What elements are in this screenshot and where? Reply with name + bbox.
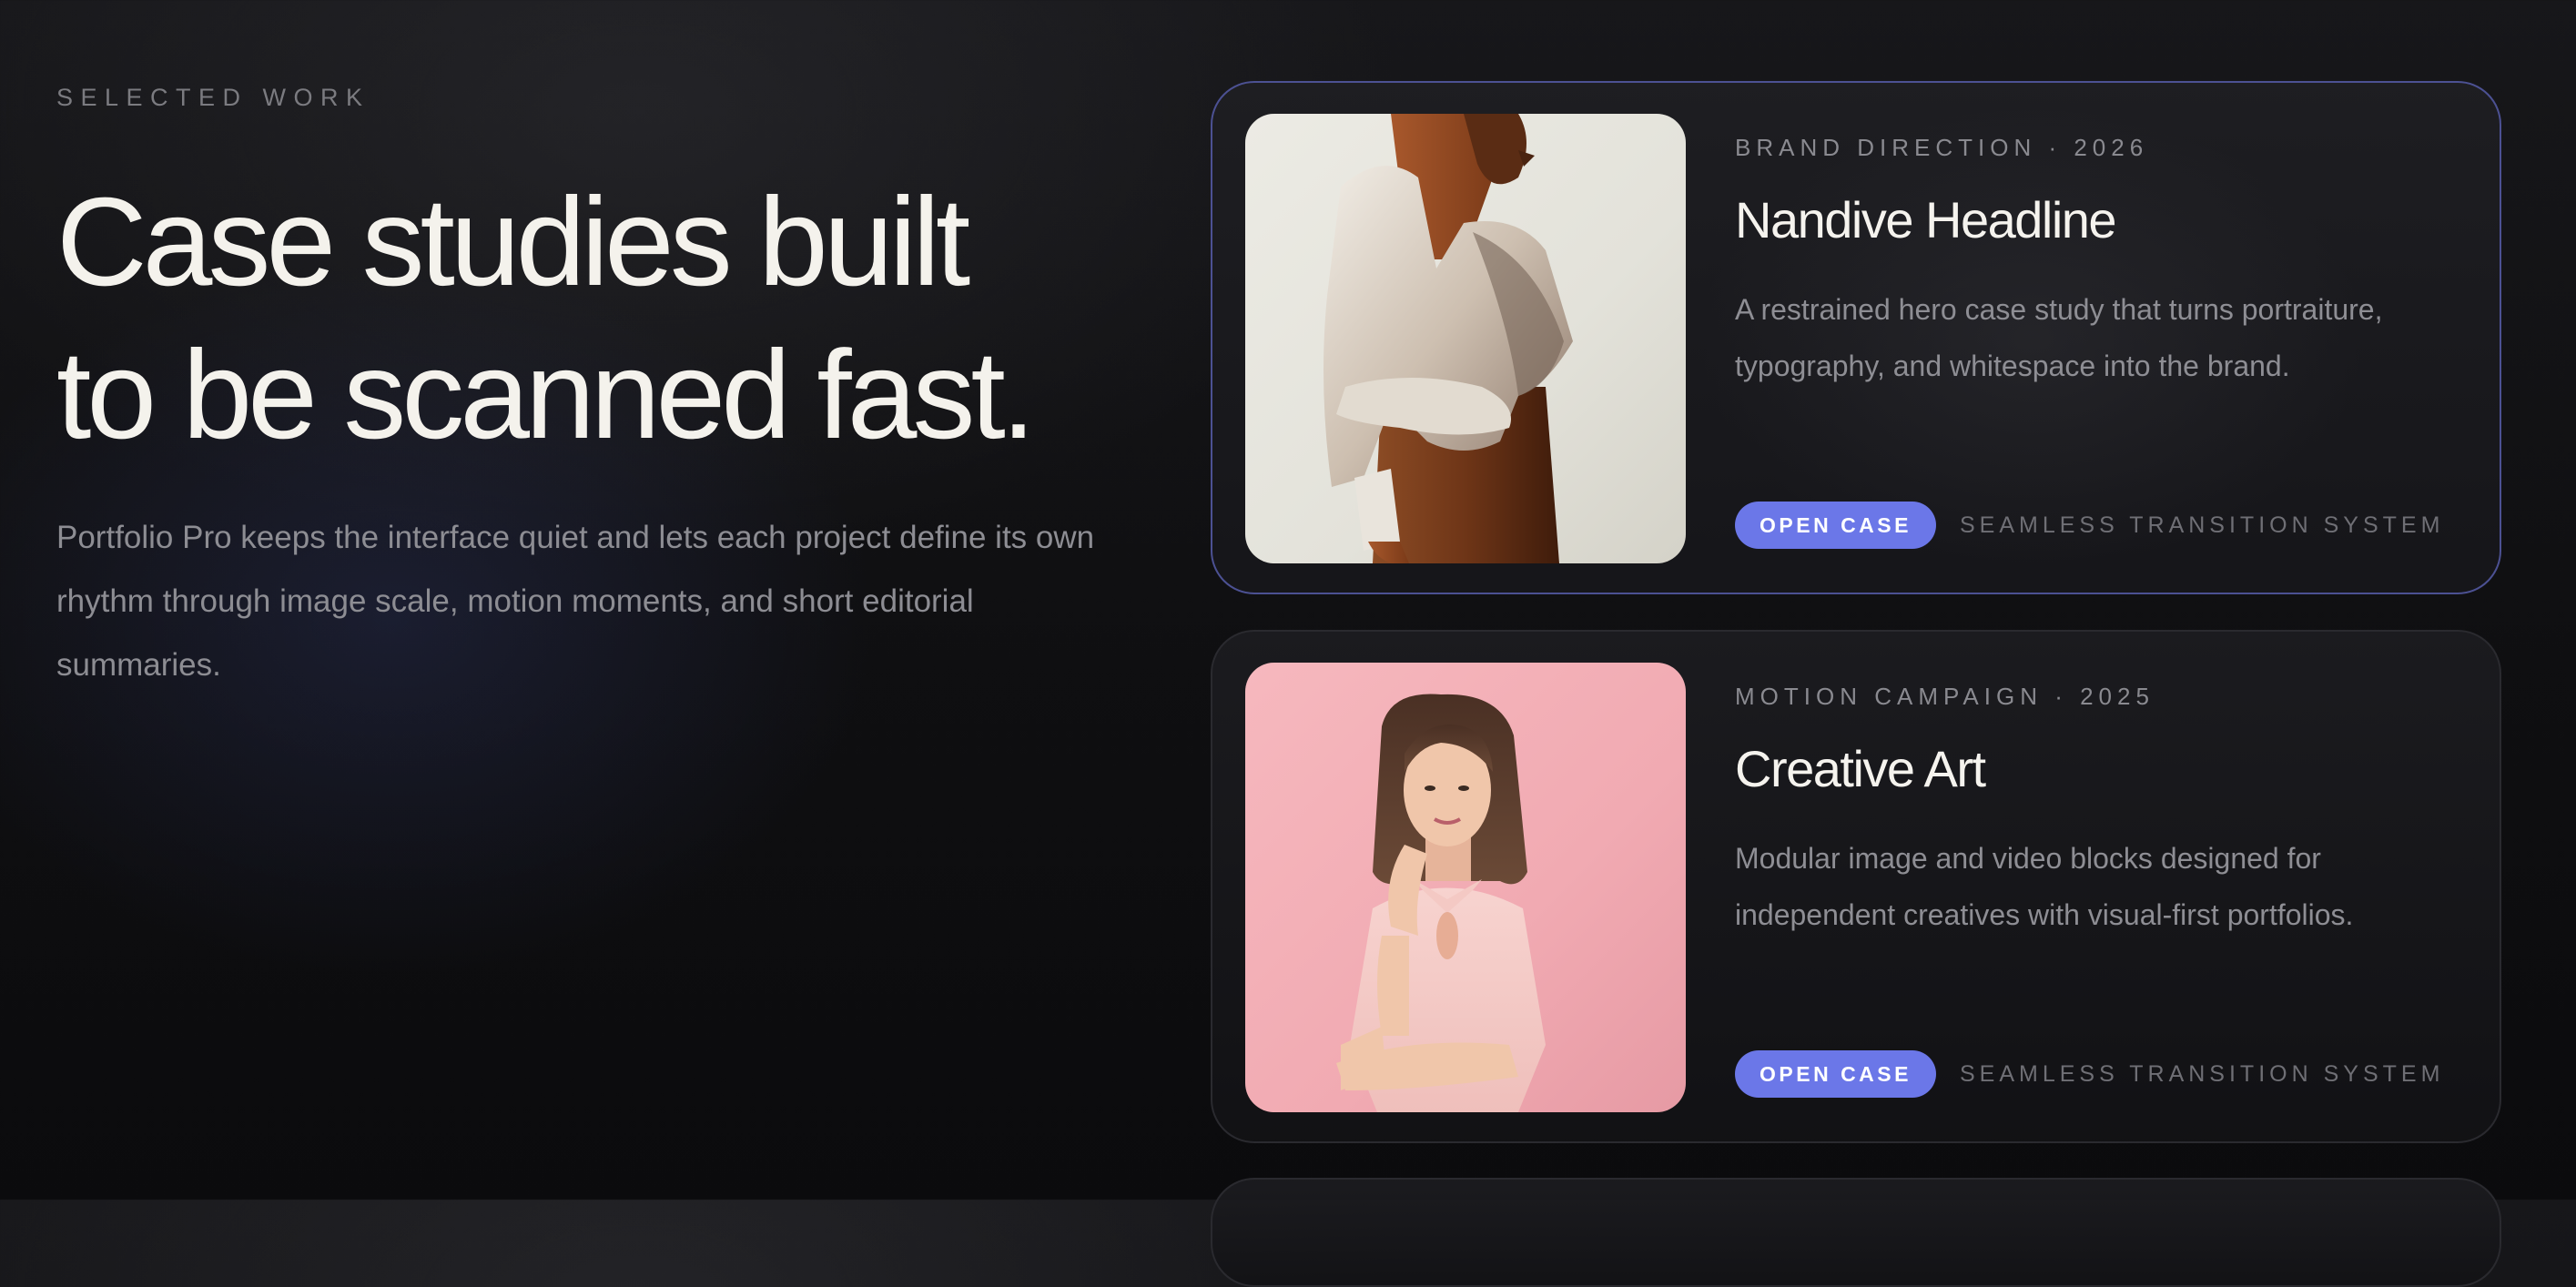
case-card-partial[interactable] <box>1211 1178 2501 1287</box>
case-meta: MOTION CAMPAIGN · 2025 <box>1735 683 2155 710</box>
headline-line-2: to be scanned fast. <box>56 325 1036 465</box>
case-card-nandive-headline[interactable]: BRAND DIRECTION · 2026 Nandive Headline … <box>1211 81 2501 594</box>
section-eyebrow: SELECTED WORK <box>56 84 370 111</box>
case-description: Modular image and video blocks designed … <box>1735 842 2354 931</box>
case-card-body: BRAND DIRECTION · 2026 Nandive Headline … <box>1735 83 2463 593</box>
page-headline: Case studies built to be scanned fast. <box>56 166 1036 471</box>
headline-line-1: Case studies built <box>56 172 970 312</box>
case-actions: OPEN CASE SEAMLESS TRANSITION SYSTEM <box>1735 502 2444 549</box>
case-tag: SEAMLESS TRANSITION SYSTEM <box>1959 1060 2445 1087</box>
case-description: A restrained hero case study that turns … <box>1735 293 2383 382</box>
open-case-button[interactable]: OPEN CASE <box>1735 502 1936 549</box>
case-meta: BRAND DIRECTION · 2026 <box>1735 134 2149 161</box>
intro-description: Portfolio Pro keeps the interface quiet … <box>56 520 1095 683</box>
case-thumbnail-portrait[interactable] <box>1245 114 1686 563</box>
case-card-creative-art[interactable]: MOTION CAMPAIGN · 2025 Creative Art Modu… <box>1211 630 2501 1143</box>
case-tag: SEAMLESS TRANSITION SYSTEM <box>1959 512 2445 538</box>
case-title[interactable]: Nandive Headline <box>1735 190 2117 249</box>
open-case-button[interactable]: OPEN CASE <box>1735 1050 1936 1098</box>
case-title[interactable]: Creative Art <box>1735 739 1986 798</box>
case-card-body: MOTION CAMPAIGN · 2025 Creative Art Modu… <box>1735 632 2463 1141</box>
case-thumbnail-portrait[interactable] <box>1245 663 1686 1112</box>
case-actions: OPEN CASE SEAMLESS TRANSITION SYSTEM <box>1735 1050 2444 1098</box>
